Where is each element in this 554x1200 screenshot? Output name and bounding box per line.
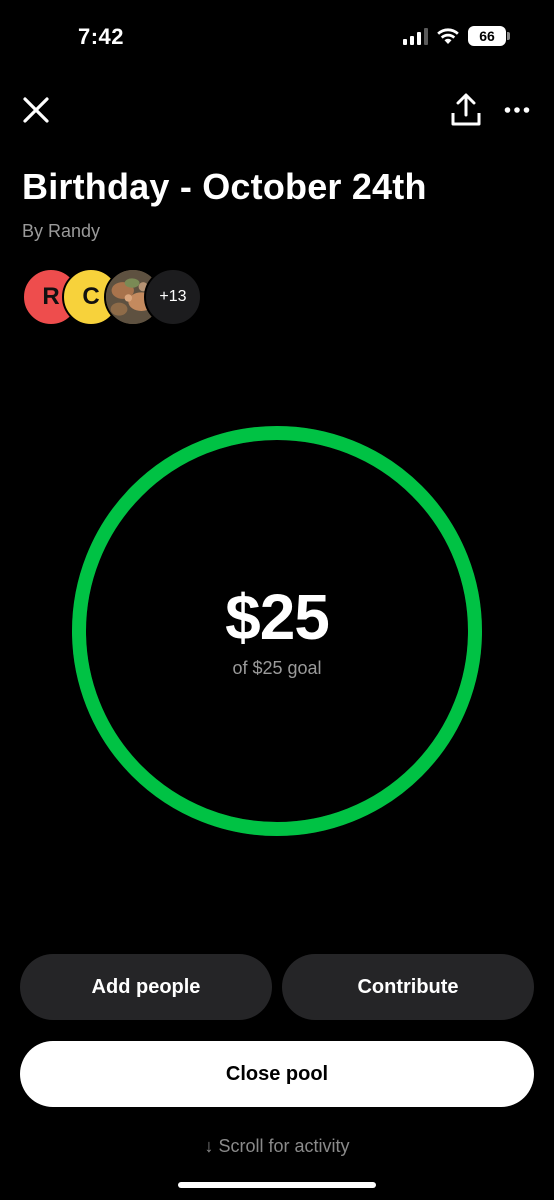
status-time: 7:42 xyxy=(78,24,125,49)
more-icon xyxy=(504,107,530,113)
more-members-count: +13 xyxy=(144,268,202,326)
scroll-for-activity[interactable]: ↓ Scroll for activity xyxy=(0,1136,554,1157)
home-indicator xyxy=(178,1182,376,1188)
share-button[interactable] xyxy=(450,92,482,128)
raised-amount: $25 xyxy=(225,581,330,653)
pool-owner: By Randy xyxy=(22,221,101,241)
scroll-hint-label: Scroll for activity xyxy=(218,1136,350,1156)
close-button[interactable] xyxy=(20,94,52,126)
add-people-button[interactable]: Add people xyxy=(20,954,272,1020)
goal-text: of $25 goal xyxy=(232,658,322,678)
cellular-signal-icon xyxy=(403,27,428,45)
pool-screen: 7:42 66 Birthday - October 24th By Randy… xyxy=(0,0,554,1200)
arrow-down-icon: ↓ xyxy=(204,1136,214,1156)
member-avatars[interactable]: R C +13 xyxy=(22,268,212,328)
close-pool-button[interactable]: Close pool xyxy=(20,1041,534,1107)
wifi-icon xyxy=(437,28,459,44)
more-button[interactable] xyxy=(500,96,534,124)
status-icons: 66 xyxy=(403,26,510,46)
contribute-button[interactable]: Contribute xyxy=(282,954,534,1020)
battery-icon: 66 xyxy=(468,26,510,46)
share-icon xyxy=(451,93,481,126)
close-icon xyxy=(23,97,49,123)
pool-title: Birthday - October 24th xyxy=(22,166,427,207)
